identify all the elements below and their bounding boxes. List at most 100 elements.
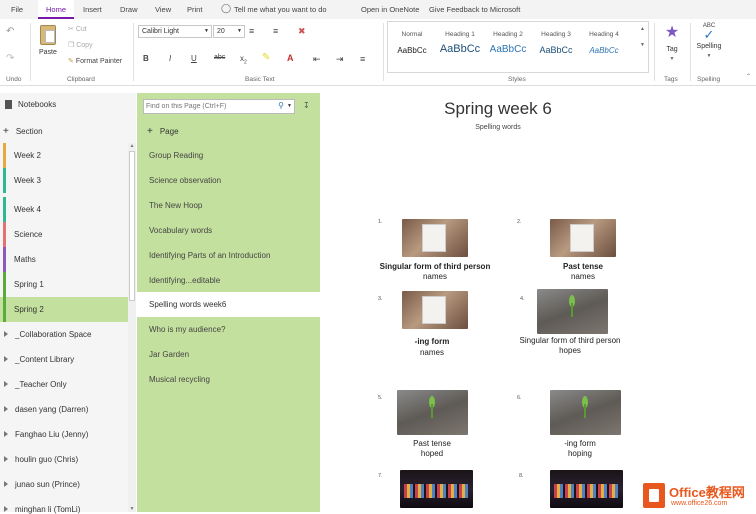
spelling-group-label: Spelling <box>697 76 721 83</box>
watermark-url: www.office26.com <box>671 500 728 507</box>
style-heading-4[interactable]: Heading 4 AaBbCc <box>580 26 628 70</box>
page-item[interactable]: Identifying Parts of an Introduction <box>149 251 270 260</box>
clear-format-icon[interactable]: ✖ <box>298 26 306 37</box>
chevron-down-icon[interactable]: ▼ <box>287 103 292 109</box>
item-word: names <box>419 348 444 357</box>
item-word: hoping <box>567 449 593 458</box>
sections-scrollbar[interactable]: ▲ ▼ <box>128 143 136 512</box>
page-item[interactable]: Vocabulary words <box>149 226 212 235</box>
paste-button[interactable]: Paste <box>36 23 62 65</box>
search-icon[interactable]: ⚲ <box>278 101 284 110</box>
divider <box>690 23 691 81</box>
style-heading-3[interactable]: Heading 3 AaBbCc <box>532 26 580 70</box>
open-in-onenote-button[interactable]: Open in OneNote <box>361 5 419 14</box>
outdent-icon[interactable]: ⇤ <box>313 54 321 65</box>
section-science[interactable]: Science <box>0 222 128 247</box>
tab-home[interactable]: Home <box>38 0 74 19</box>
page-item-selected[interactable]: Spelling words week6 <box>137 292 320 317</box>
basic-text-group-label: Basic Text <box>245 76 275 83</box>
page-subtitle[interactable]: Spelling words <box>320 124 676 131</box>
tab-view[interactable]: View <box>155 5 171 14</box>
section-color-bar <box>3 143 6 168</box>
section-color-bar <box>3 222 6 247</box>
clipboard-icon <box>40 25 56 45</box>
section-week-3[interactable]: Week 3 <box>0 168 128 193</box>
bold-button[interactable]: B <box>143 54 149 63</box>
section-spring-1[interactable]: Spring 1 <box>0 272 128 297</box>
strikethrough-button[interactable]: abc <box>214 54 225 61</box>
book-image <box>402 291 468 329</box>
highlight-icon[interactable]: ✎ <box>262 52 270 63</box>
section-maths[interactable]: Maths <box>0 247 128 272</box>
chevron-up-icon[interactable]: ▲ <box>640 26 645 32</box>
indent-icon[interactable]: ⇥ <box>336 54 344 65</box>
search-box[interactable]: ⚲ ▼ <box>143 99 295 114</box>
section-spring-2[interactable]: Spring 2 <box>0 297 128 322</box>
pin-icon[interactable]: ↧ <box>303 101 310 110</box>
section-color-bar <box>3 197 6 222</box>
item-caption: Past tense <box>562 262 604 271</box>
notebooks-header[interactable]: Notebooks <box>5 100 56 110</box>
item-number: 7. <box>378 473 383 479</box>
spelling-button[interactable]: ABC ✓ Spelling ▼ <box>693 23 725 69</box>
watermark-brand: Office教程网 <box>669 485 745 500</box>
tab-insert[interactable]: Insert <box>83 5 102 14</box>
tell-me-input[interactable]: Tell me what you want to do <box>234 5 327 14</box>
notebook-icon <box>5 100 12 110</box>
page-item[interactable]: Musical recycling <box>149 375 210 384</box>
plus-icon: + <box>3 126 9 137</box>
tab-draw[interactable]: Draw <box>120 5 138 14</box>
align-icon[interactable]: ≡ <box>360 54 365 64</box>
item-caption: -ing form <box>414 337 450 346</box>
scrollbar-thumb[interactable] <box>129 151 135 301</box>
add-page-button[interactable]: + Page <box>147 126 179 137</box>
brush-icon: ✎ <box>68 58 74 65</box>
style-normal[interactable]: Normal AaBbCc <box>388 26 436 70</box>
font-size-select[interactable]: 20 ▼ <box>213 25 245 38</box>
page-item[interactable]: Who is my audience? <box>149 325 225 334</box>
cut-button[interactable]: ✂ Cut <box>68 25 87 33</box>
underline-button[interactable]: U <box>191 54 197 63</box>
chevron-up-icon[interactable]: ⌃ <box>746 73 751 80</box>
page-item[interactable]: Group Reading <box>149 151 203 160</box>
page-item[interactable]: Science observation <box>149 176 221 185</box>
add-section-button[interactable]: + Section <box>3 126 43 137</box>
bullets-icon[interactable]: ≡ <box>249 26 254 36</box>
give-feedback-button[interactable]: Give Feedback to Microsoft <box>429 5 520 14</box>
section-color-bar <box>3 247 6 272</box>
clipboard-group-label: Clipboard <box>67 76 95 83</box>
item-word: names <box>570 272 595 281</box>
search-input[interactable] <box>146 101 274 112</box>
sprout-image <box>550 390 621 435</box>
undo-group-label: Undo <box>6 76 22 83</box>
scroll-down-arrow[interactable]: ▼ <box>128 506 136 512</box>
scroll-up-arrow[interactable]: ▲ <box>128 143 136 149</box>
italic-button[interactable]: I <box>169 54 171 63</box>
page-item[interactable]: The New Hoop <box>149 201 202 210</box>
chevron-down-icon: ▼ <box>204 28 209 34</box>
book-image <box>550 219 616 257</box>
chevron-down-icon[interactable]: ▼ <box>640 42 645 48</box>
numbering-icon[interactable]: ≡ <box>273 26 278 36</box>
tab-print[interactable]: Print <box>187 5 202 14</box>
tag-button[interactable]: ★ Tag ▼ <box>658 23 686 69</box>
section-week-2[interactable]: Week 2 <box>0 143 128 168</box>
sections-pane: Notebooks + Section Week 2 Week 3 Week 4 … <box>0 93 136 514</box>
font-color-icon[interactable]: A <box>287 53 294 63</box>
undo-icon[interactable]: ↶ <box>6 26 14 37</box>
redo-icon[interactable]: ↷ <box>6 53 14 64</box>
subscript-button[interactable]: x2 <box>240 54 247 66</box>
item-caption: Singular form of third person <box>519 336 621 345</box>
page-item[interactable]: Identifying...editable <box>149 276 220 285</box>
tab-file[interactable]: File <box>11 5 23 14</box>
page-title[interactable]: Spring week 6 <box>320 99 676 119</box>
section-week-4[interactable]: Week 4 <box>0 197 128 222</box>
style-heading-1[interactable]: Heading 1 AaBbCc <box>436 26 484 70</box>
style-heading-2[interactable]: Heading 2 AaBbCc <box>484 26 532 70</box>
page-item[interactable]: Jar Garden <box>149 350 189 359</box>
dancers-image <box>400 470 473 508</box>
copy-button[interactable]: ❐ Copy <box>68 41 93 49</box>
scissors-icon: ✂ <box>68 26 74 33</box>
font-name-select[interactable]: Calibri Light ▼ <box>138 25 212 38</box>
format-painter-button[interactable]: ✎ Format Painter <box>68 57 122 65</box>
